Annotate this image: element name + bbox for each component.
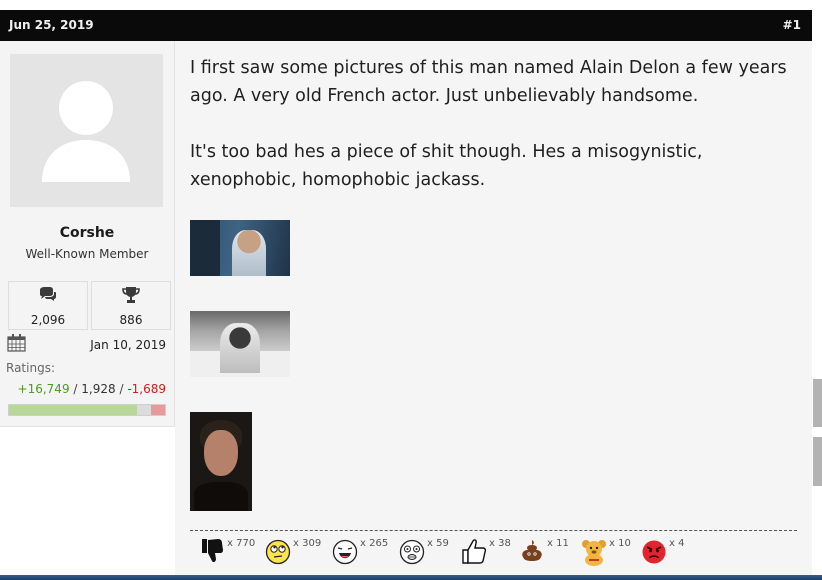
trophy-points-stat: 886 <box>91 281 171 330</box>
avatar[interactable] <box>10 54 163 207</box>
ratings-values: +16,749 / 1,928 / -1,689 <box>17 382 166 396</box>
user-sidebar: Corshe Well-Known Member 2,096 886 Jan 1… <box>0 41 175 427</box>
message-count-stat: 2,096 <box>8 281 88 330</box>
ratings-neutral: 1,928 <box>81 382 116 396</box>
message-count[interactable]: 2,096 <box>9 313 87 327</box>
ratings-bar-positive <box>9 405 137 415</box>
angry-face-icon <box>642 540 666 564</box>
ratings-negative: -1,689 <box>127 382 166 396</box>
trophy-points[interactable]: 886 <box>92 313 170 327</box>
post-date[interactable]: Jun 25, 2019 <box>9 18 94 32</box>
user-title: Well-Known Member <box>25 247 149 261</box>
post-content: I first saw some pictures of this man na… <box>175 41 812 576</box>
poop-icon <box>522 540 542 561</box>
username[interactable]: Corshe <box>0 225 174 241</box>
teddy-bear-icon <box>582 540 606 566</box>
ratings-bar <box>8 404 166 416</box>
ratings-label: Ratings: <box>6 361 55 375</box>
message-body: I first saw some pictures of this man na… <box>190 54 805 194</box>
calendar-icon <box>7 334 26 357</box>
post-header: Jun 25, 2019 #1 <box>0 10 812 41</box>
dizzy-smiley-icon <box>399 539 425 565</box>
thumbs-down-icon <box>202 539 223 563</box>
comments-icon <box>9 287 87 308</box>
scroll-down-button[interactable] <box>813 437 822 486</box>
joined-date: Jan 10, 2019 <box>90 338 166 352</box>
ratings-bar-negative <box>150 405 165 415</box>
reactions-divider <box>190 530 797 531</box>
ratings-positive: +16,749 <box>17 382 70 396</box>
footer-strip <box>0 575 822 580</box>
scroll-up-button[interactable] <box>813 379 822 427</box>
message-paragraph: I first saw some pictures of this man na… <box>190 58 787 106</box>
eye-roll-smiley-icon <box>265 539 291 565</box>
image-thumbnail-3[interactable] <box>190 412 252 511</box>
ratings-bar-neutral <box>136 405 151 415</box>
default-avatar-icon <box>42 81 130 182</box>
trophy-icon <box>92 287 170 309</box>
laughing-smiley-icon <box>332 539 358 565</box>
post-permalink[interactable]: #1 <box>783 18 801 32</box>
thumbs-up-icon <box>462 539 487 564</box>
image-thumbnail-2[interactable] <box>190 311 290 377</box>
image-thumbnail-1[interactable] <box>190 220 290 276</box>
message-paragraph: It's too bad hes a piece of shit though.… <box>190 142 703 190</box>
